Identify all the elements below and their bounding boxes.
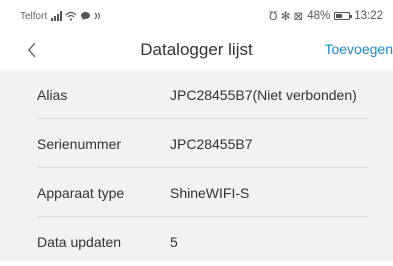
- carrier-name: Telfort: [20, 10, 48, 22]
- navigation-bar: Datalogger lijst Toevoegen: [0, 32, 393, 68]
- row-value: JPC28455B7(Niet verbonden): [170, 86, 357, 103]
- signal-icon: [51, 11, 63, 21]
- detail-row-data-update[interactable]: Data updaten 5: [0, 217, 393, 266]
- row-label: Alias: [37, 86, 68, 103]
- status-icons-left: [51, 11, 104, 21]
- chat-bubble-icon: [81, 12, 91, 21]
- datalogger-details: Alias JPC28455B7(Niet verbonden) Serienu…: [0, 70, 393, 261]
- add-button[interactable]: Toevoegen: [324, 41, 393, 57]
- clock: 13:22: [354, 10, 383, 22]
- row-value: 5: [170, 233, 178, 250]
- back-button[interactable]: [22, 38, 42, 62]
- row-value: JPC28455B7: [170, 135, 253, 152]
- detail-row-serial-number: Serienummer JPC28455B7: [0, 119, 393, 168]
- chevron-left-icon: [28, 42, 36, 58]
- battery-icon: [334, 12, 353, 20]
- row-label: Data updaten: [37, 233, 122, 250]
- status-left: Telfort: [20, 11, 104, 22]
- wifi-icon: [65, 11, 77, 21]
- page-title: Datalogger lijst: [140, 40, 253, 59]
- battery-percent: 48%: [307, 10, 331, 22]
- status-glyphs: Ʊ ✻ ⊠: [268, 11, 304, 23]
- status-bar: Telfort Ʊ ✻ ⊠ 48% 13:22: [0, 0, 393, 32]
- row-value: ShineWIFI-S: [170, 184, 250, 201]
- status-right: Ʊ ✻ ⊠ 48% 13:22: [269, 9, 383, 23]
- detail-row-alias: Alias JPC28455B7(Niet verbonden): [0, 70, 393, 119]
- notification-icon: [94, 12, 101, 20]
- row-label: Serienummer: [37, 135, 122, 152]
- row-label: Apparaat type: [37, 184, 125, 201]
- detail-row-device-type: Apparaat type ShineWIFI-S: [0, 168, 393, 217]
